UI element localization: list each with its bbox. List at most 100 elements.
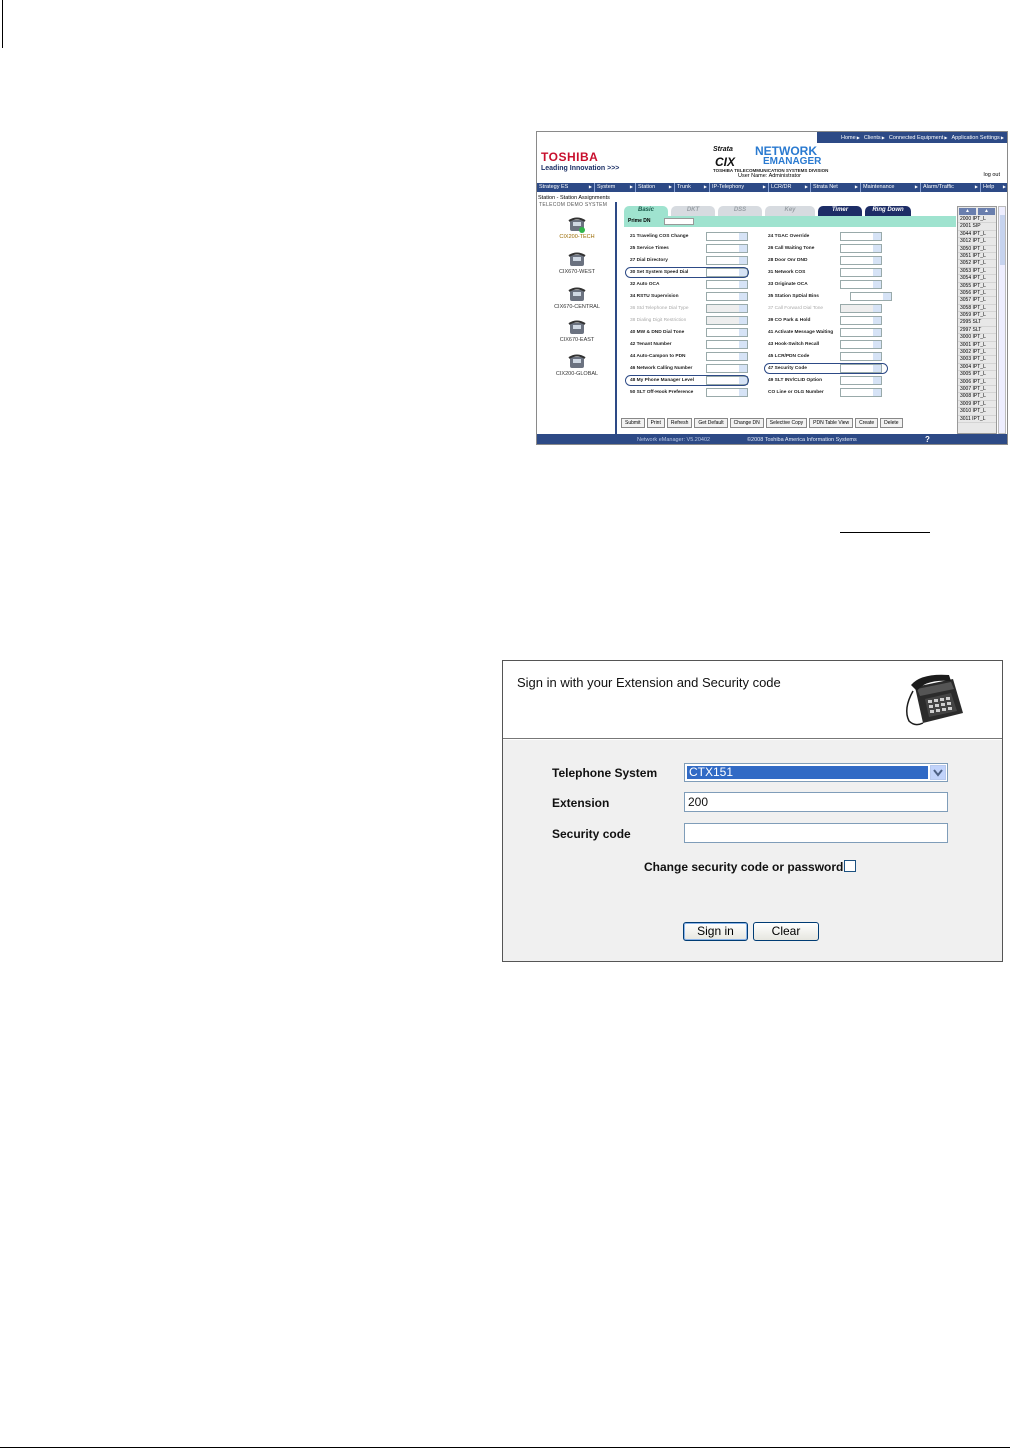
dn-list-item[interactable]: 3011 IPT_L <box>958 416 996 423</box>
top-nav-clients[interactable]: Clients <box>864 135 885 141</box>
tab-dss[interactable]: DSS <box>718 206 762 216</box>
field-label: 44 Auto-Campon to PDN <box>630 354 686 359</box>
dn-list-item[interactable]: 2001 SIP <box>958 223 996 231</box>
dn-list-item[interactable]: 3051 IPT_L <box>958 253 996 261</box>
dn-list-item[interactable]: 3054 IPT_L <box>958 275 996 283</box>
dn-list-item[interactable]: 3008 IPT_L <box>958 393 996 401</box>
dn-list-item[interactable]: 3052 IPT_L <box>958 260 996 268</box>
dn-list-item[interactable]: 3058 IPT_L <box>958 305 996 313</box>
top-nav-connected-equipment[interactable]: Connected Equipment <box>889 135 948 141</box>
delete-button[interactable]: Delete <box>880 418 903 428</box>
tab-timer[interactable]: Timer <box>818 206 862 216</box>
get-default-button[interactable]: Get Default <box>694 418 728 428</box>
field-select[interactable] <box>706 292 748 301</box>
dn-list-item[interactable]: 3050 IPT_L <box>958 246 996 253</box>
field-select[interactable] <box>840 352 882 361</box>
create-button[interactable]: Create <box>855 418 879 428</box>
dn-list-item[interactable]: 3009 IPT_L <box>958 401 996 409</box>
main-nav-item[interactable]: Strata Net <box>811 183 861 192</box>
field-select[interactable] <box>840 328 882 337</box>
field-select[interactable] <box>706 244 748 253</box>
dn-list-item[interactable]: 3005 IPT_L <box>958 371 996 379</box>
dn-list-item[interactable]: 3003 IPT_L <box>958 356 996 364</box>
dn-list-item[interactable]: 2995 SLT <box>958 319 996 327</box>
extension-input[interactable]: 200 <box>684 792 948 812</box>
dn-list-item[interactable]: 3055 IPT_L <box>958 283 996 290</box>
main-nav-item[interactable]: IP-Telephony <box>710 183 769 192</box>
security-code-input[interactable] <box>684 823 948 843</box>
main-nav-item[interactable]: Strategy ES <box>537 183 595 192</box>
dn-up-arrow-icon[interactable]: ▲ <box>978 208 995 215</box>
scrollbar-thumb[interactable] <box>1000 215 1005 265</box>
field-select[interactable] <box>850 292 892 301</box>
pdn-table-view-button[interactable]: PDN Table View <box>809 418 854 428</box>
top-nav-home[interactable]: Home <box>841 135 860 141</box>
print-button[interactable]: Print <box>646 418 665 428</box>
main-nav-item[interactable]: Help <box>981 183 1007 192</box>
main-nav-item[interactable]: System <box>595 183 636 192</box>
field-select[interactable] <box>840 388 882 397</box>
field-select[interactable] <box>840 316 882 325</box>
prime-dn-input[interactable] <box>664 218 694 225</box>
logout-link[interactable]: log out <box>983 172 1000 178</box>
main-nav-item[interactable]: Maintenance <box>861 183 921 192</box>
system-item[interactable]: CIX670-CENTRAL <box>537 287 617 310</box>
field-row: 36 Std Telephone Dial Type 37 Call Forwar… <box>624 303 956 315</box>
dn-list-item[interactable]: 3057 IPT_L <box>958 297 996 305</box>
dn-list-item[interactable]: 3004 IPT_L <box>958 364 996 372</box>
sign-in-button[interactable]: Sign in <box>683 922 748 941</box>
system-item[interactable]: CIX200-TECH <box>537 217 617 240</box>
selective-copy-button[interactable]: Selective Copy <box>765 418 808 428</box>
field-select[interactable] <box>840 244 882 253</box>
change-security-code-checkbox[interactable] <box>844 860 856 872</box>
main-nav-item[interactable]: Alarm/Traffic <box>921 183 981 192</box>
dn-list-scrollbar[interactable] <box>998 206 1006 434</box>
field-select[interactable] <box>840 376 882 385</box>
dn-list-item[interactable]: 3000 IPT_L <box>958 334 996 342</box>
field-select[interactable] <box>706 388 748 397</box>
field-select[interactable] <box>706 280 748 289</box>
field-select[interactable] <box>840 232 882 241</box>
dn-list-item[interactable]: 3059 IPT_L <box>958 312 996 320</box>
field-select[interactable] <box>706 352 748 361</box>
system-item[interactable]: CIX200-GLOBAL <box>537 354 617 377</box>
dn-list-item[interactable]: 3056 IPT_L <box>958 290 996 298</box>
dn-list-item[interactable]: 3002 IPT_L <box>958 349 996 357</box>
change-dn-button[interactable]: Change DN <box>729 418 764 428</box>
chevron-down-icon[interactable] <box>930 765 946 780</box>
dn-list-item[interactable]: 3006 IPT_L <box>958 379 996 386</box>
refresh-button[interactable]: Refresh <box>666 418 693 428</box>
field-select[interactable] <box>706 364 748 373</box>
field-select[interactable] <box>840 256 882 265</box>
system-item[interactable]: CIX670-WEST <box>537 252 617 275</box>
telephone-system-select[interactable]: CTX151 <box>684 763 948 782</box>
main-nav-item[interactable]: LCR/DR <box>769 183 811 192</box>
field-select[interactable] <box>706 232 748 241</box>
submit-button[interactable]: Submit <box>621 418 645 428</box>
field-select[interactable] <box>706 340 748 349</box>
field-select[interactable] <box>706 256 748 265</box>
dn-list-item[interactable]: 3010 IPT_L <box>958 408 996 416</box>
field-select[interactable] <box>840 268 882 277</box>
dn-first-arrow-icon[interactable]: ▲ <box>959 208 976 215</box>
tab-basic[interactable]: Basic <box>624 206 668 216</box>
dn-list-item[interactable]: 2000 IPT_L <box>958 216 996 224</box>
system-item[interactable]: CIX670-EAST <box>537 320 617 343</box>
tab-dkt[interactable]: DKT <box>671 206 715 216</box>
main-nav-item[interactable]: Station <box>636 183 675 192</box>
dn-list-item[interactable]: 3007 IPT_L <box>958 386 996 394</box>
top-nav-application-settings[interactable]: Application Settings <box>952 135 1005 141</box>
main-nav-item[interactable]: Trunk <box>675 183 710 192</box>
field-select[interactable] <box>840 280 882 289</box>
tab-key[interactable]: Key <box>765 206 815 216</box>
field-select[interactable] <box>706 328 748 337</box>
field-select[interactable] <box>840 340 882 349</box>
dn-list-item[interactable]: 3012 IPT_L <box>958 238 996 246</box>
dn-list-item[interactable]: 3044 IPT_L <box>958 231 996 239</box>
dn-list-item[interactable]: 3001 IPT_L <box>958 342 996 350</box>
tab-ring-down[interactable]: Ring Down <box>865 206 911 216</box>
dn-list-item[interactable]: 3053 IPT_L <box>958 268 996 276</box>
help-icon[interactable]: ? <box>925 435 930 444</box>
clear-button[interactable]: Clear <box>753 922 819 941</box>
dn-list-item[interactable]: 2997 SLT <box>958 327 996 335</box>
